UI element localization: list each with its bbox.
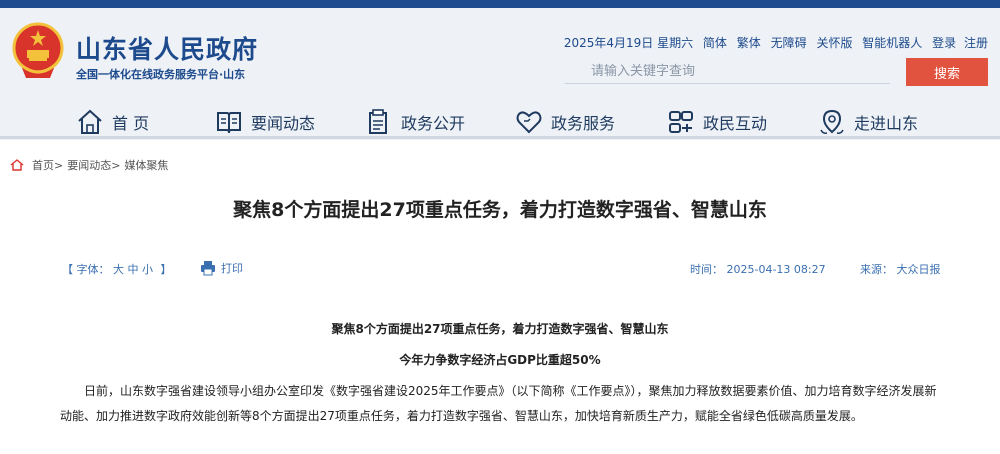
home-icon — [78, 109, 102, 134]
interaction-icon — [669, 111, 693, 133]
home-icon[interactable] — [10, 158, 24, 172]
nav-divider — [0, 136, 1000, 139]
printer-icon — [201, 261, 215, 276]
article-lead-subtitle: 今年力争数字经济占GDP比重超50% — [399, 353, 601, 367]
nav-label-interaction: 政民互动 — [703, 114, 768, 133]
breadcrumb-home[interactable]: 首页> — [32, 157, 63, 173]
link-care-mode[interactable]: 关怀版 — [816, 36, 852, 50]
nav-label-home: 首 页 — [112, 114, 150, 133]
font-size-close: 】 — [160, 263, 172, 276]
font-size-small[interactable]: 小 — [142, 263, 153, 276]
utility-bar: 2025年4月19日 星期六 简体 繁体 无障碍 关怀版 智能机器人 登录 注册 — [564, 34, 988, 51]
breadcrumb: 首页> 要闻动态> 媒体聚焦 — [10, 157, 168, 173]
national-emblem-icon[interactable] — [12, 22, 64, 82]
link-login[interactable]: 登录 — [932, 36, 956, 50]
font-size-large[interactable]: 大 — [113, 263, 124, 276]
article-title: 聚焦8个方面提出27项重点任务，着力打造数字强省、智慧山东 — [233, 199, 767, 221]
print-button[interactable]: 打印 — [200, 260, 243, 276]
article-meta: 【 字体： 大 中 小 】 打印 时间： 2025-04-13 08:27 来源… — [0, 261, 1000, 277]
link-accessibility[interactable]: 无障碍 — [771, 36, 807, 50]
search-input[interactable] — [565, 60, 890, 84]
nav-label-shandong: 走进山东 — [854, 114, 919, 133]
document-icon — [369, 109, 387, 134]
breadcrumb-media[interactable]: 媒体聚焦 — [124, 157, 168, 173]
print-label: 打印 — [221, 262, 243, 275]
book-icon — [217, 112, 241, 134]
top-accent-bar — [0, 0, 1000, 8]
breadcrumb-news[interactable]: 要闻动态> — [67, 157, 120, 173]
location-icon — [820, 109, 844, 134]
heart-icon — [516, 111, 542, 134]
link-register[interactable]: 注册 — [964, 36, 988, 50]
link-robot[interactable]: 智能机器人 — [862, 36, 922, 50]
article-lead-title: 聚焦8个方面提出27项重点任务，着力打造数字强省、智慧山东 — [331, 322, 669, 336]
font-size-label: 【 字体： — [62, 263, 110, 276]
nav-label-open-affairs: 政务公开 — [401, 114, 466, 133]
article-paragraph: 日前，山东数字强省建设领导小组办公室印发《数字强省建设2025年工作要点》（以下… — [60, 384, 937, 423]
font-size-control: 【 字体： 大 中 小 】 — [62, 261, 172, 277]
link-simplified[interactable]: 简体 — [703, 36, 727, 50]
nav-label-services: 政务服务 — [551, 114, 616, 133]
site-header: 山东省人民政府 全国一体化在线政务服务平台·山东 2025年4月19日 星期六 … — [0, 8, 1000, 140]
current-date: 2025年4月19日 星期六 — [563, 36, 694, 50]
site-subtitle[interactable]: 全国一体化在线政务服务平台·山东 — [76, 66, 245, 82]
article-content: 聚焦8个方面提出27项重点任务，着力打造数字强省、智慧山东 今年力争数字经济占G… — [60, 320, 940, 429]
article-source: 来源： 大众日报 — [860, 263, 941, 276]
font-size-medium[interactable]: 中 — [128, 263, 139, 276]
nav-label-news: 要闻动态 — [251, 114, 316, 133]
link-traditional[interactable]: 繁体 — [737, 36, 761, 50]
site-title[interactable]: 山东省人民政府 — [76, 30, 258, 66]
search-button[interactable]: 搜索 — [906, 58, 988, 86]
publish-time: 时间： 2025-04-13 08:27 — [690, 263, 826, 276]
